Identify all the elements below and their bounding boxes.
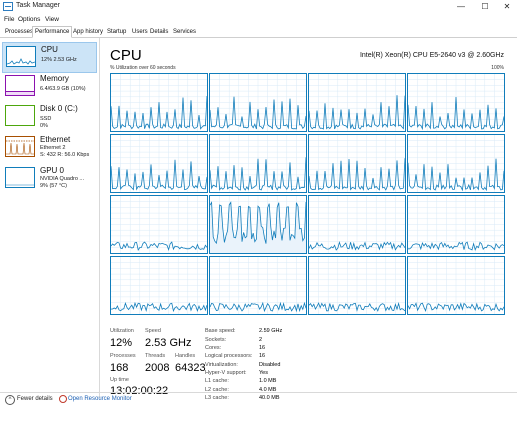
- menu-file[interactable]: File: [4, 16, 14, 23]
- minimize-button[interactable]: —: [450, 0, 472, 14]
- sidebar-item-detail: 12% 2.53 GHz: [41, 57, 77, 63]
- spec-value: Disabled: [259, 362, 281, 368]
- sidebar-item-detail: NVIDIA Quadro ...: [40, 176, 85, 182]
- tab-strip: Processes Performance App history Startu…: [0, 26, 517, 38]
- window-title: Task Manager: [16, 2, 60, 9]
- chevron-up-icon[interactable]: ^: [5, 395, 15, 405]
- sidebar-item-label: Memory: [40, 74, 69, 83]
- sidebar-item-detail: 6.4/63.9 GB (10%): [40, 86, 86, 92]
- handles-value: 64323: [175, 362, 206, 374]
- title-bar: Task Manager — ☐ ✕: [0, 0, 517, 14]
- core-graph: [308, 195, 406, 254]
- tab-app-history[interactable]: App history: [70, 26, 106, 36]
- spec-value: 2: [259, 337, 263, 343]
- open-resource-monitor-link[interactable]: Open Resource Monitor: [68, 396, 132, 402]
- sidebar-item-detail: Ethernet 2: [40, 145, 66, 151]
- menu-options[interactable]: Options: [18, 16, 40, 23]
- core-graph: [110, 256, 208, 315]
- memory-graph-icon: [5, 75, 35, 96]
- spec-label: Base speed:: [205, 328, 236, 334]
- spec-label: Sockets:: [205, 337, 227, 343]
- tab-services[interactable]: Services: [170, 26, 199, 36]
- tab-performance[interactable]: Performance: [32, 26, 73, 38]
- core-graph: [407, 134, 505, 193]
- spec-value: 16: [259, 345, 266, 351]
- sidebar-item-disk[interactable]: Disk 0 (C:) SSD 0%: [2, 102, 97, 133]
- tab-details[interactable]: Details: [147, 26, 171, 36]
- threads-value: 2008: [145, 362, 170, 374]
- spec-value: 1.0 MB: [259, 378, 277, 384]
- page-title: CPU: [110, 47, 142, 64]
- utilization-value: 12%: [110, 337, 133, 349]
- tab-startup[interactable]: Startup: [104, 26, 129, 36]
- core-graph: [110, 134, 208, 193]
- spec-value: Yes: [259, 370, 268, 376]
- core-graph: [209, 73, 307, 132]
- processes-value: 168: [110, 362, 129, 374]
- sidebar-item-label: Ethernet: [40, 135, 71, 144]
- spec-label: Hyper-V support:: [205, 370, 247, 376]
- resource-monitor-icon[interactable]: [59, 395, 67, 403]
- core-graph: [308, 134, 406, 193]
- tab-processes[interactable]: Processes: [2, 26, 36, 36]
- spec-label: Cores:: [205, 345, 222, 351]
- core-graph: [209, 256, 307, 315]
- spec-value: 2.59 GHz: [259, 328, 283, 334]
- disk-graph-icon: [5, 105, 35, 126]
- core-graph: [308, 256, 406, 315]
- sidebar-item-detail: SSD: [40, 116, 52, 122]
- utilization-label: Utilization: [110, 328, 134, 334]
- core-graph: [110, 195, 208, 254]
- sidebar-item-detail-2: 0%: [40, 123, 48, 129]
- sidebar-item-memory[interactable]: Memory 6.4/63.9 GB (10%): [2, 72, 97, 103]
- spec-label: Virtualization:: [205, 362, 238, 368]
- close-button[interactable]: ✕: [496, 0, 517, 14]
- spec-value: 16: [259, 353, 266, 359]
- graph-caption: % Utilization over 60 seconds: [110, 65, 176, 71]
- core-graph: [407, 195, 505, 254]
- sidebar-item-cpu[interactable]: CPU 12% 2.53 GHz: [2, 42, 97, 73]
- processes-label: Processes: [110, 353, 136, 359]
- task-manager-app-icon: [3, 2, 13, 11]
- sidebar-item-label: GPU 0: [40, 166, 65, 175]
- spec-label: Logical processors:: [205, 353, 253, 359]
- sidebar-item-detail-2: S: 432 R: 56.0 Kbps: [40, 152, 90, 158]
- speed-label: Speed: [145, 328, 161, 334]
- maximize-button[interactable]: ☐: [474, 0, 496, 14]
- core-graph: [407, 256, 505, 315]
- cpu-graph-icon: [6, 46, 36, 67]
- ethernet-graph-icon: [5, 136, 35, 157]
- core-graph: [110, 73, 208, 132]
- graph-max-label: 100%: [491, 65, 504, 71]
- sidebar-item-gpu[interactable]: GPU 0 NVIDIA Quadro ... 9% (57 °C): [2, 164, 97, 195]
- core-graph: [407, 73, 505, 132]
- sidebar-item-label: Disk 0 (C:): [40, 104, 78, 113]
- threads-label: Threads: [145, 353, 166, 359]
- footer-bar: ^ Fewer details Open Resource Monitor: [0, 392, 517, 407]
- sidebar-item-detail-2: 9% (57 °C): [40, 183, 67, 189]
- core-graph: [209, 195, 307, 254]
- menu-bar: File Options View: [0, 15, 517, 25]
- core-graph: [308, 73, 406, 132]
- gpu-graph-icon: [5, 167, 35, 188]
- menu-view[interactable]: View: [45, 16, 59, 23]
- fewer-details-link[interactable]: Fewer details: [17, 396, 53, 402]
- speed-value: 2.53 GHz: [145, 337, 192, 349]
- performance-sidebar: CPU 12% 2.53 GHz Memory 6.4/63.9 GB (10%…: [0, 38, 100, 398]
- sidebar-item-ethernet[interactable]: Ethernet Ethernet 2 S: 432 R: 56.0 Kbps: [2, 133, 97, 164]
- core-graph: [209, 134, 307, 193]
- sidebar-item-label: CPU: [41, 45, 58, 54]
- spec-label: L1 cache:: [205, 378, 229, 384]
- uptime-label: Up time: [110, 377, 129, 383]
- cpu-model-name: Intel(R) Xeon(R) CPU E5-2640 v3 @ 2.60GH…: [359, 52, 504, 59]
- handles-label: Handles: [175, 353, 196, 359]
